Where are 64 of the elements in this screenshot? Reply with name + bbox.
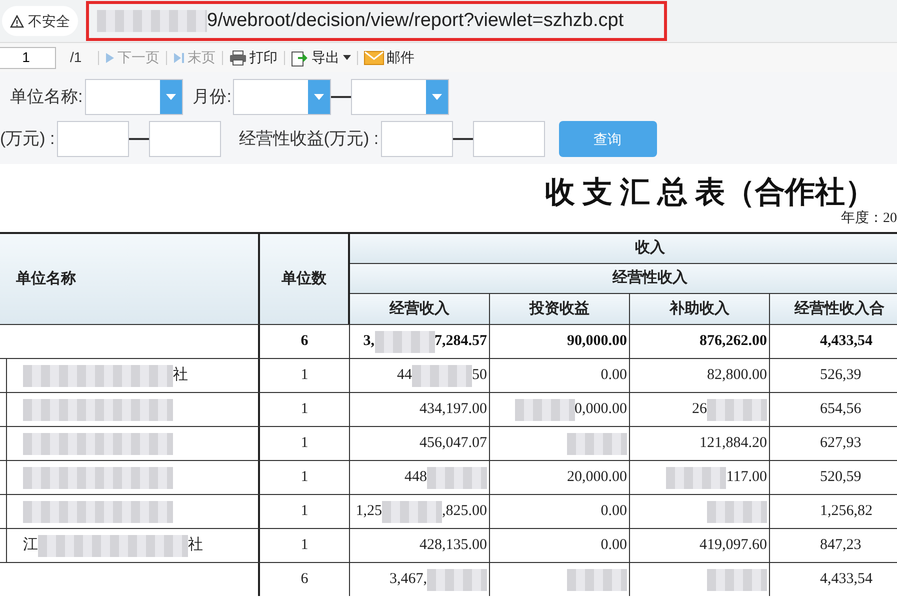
header-cell: 单位名称 [0,234,260,324]
table-cell-text: 428,135.00 [420,536,487,556]
table-cell-text: 7,284.57 [434,332,487,352]
table-cell-text: 90,000.00 [567,332,627,352]
table-cell-text: ,825.00 [442,502,487,522]
header-cell: 收入 [350,234,897,264]
header-cell: 经营收入 [350,294,490,324]
table-cell-text: 526,39 [820,366,862,386]
toolbar-button[interactable]: 打印 [228,47,278,68]
table-cell-text: 0.00 [600,366,627,386]
unit-name: 社 [173,366,188,386]
table-cell-text: 44 [397,366,412,386]
table-cell-text: 520,59 [820,468,862,488]
security-chip[interactable]: 不安全 [2,6,78,36]
table-cell-text: 50 [472,366,487,386]
filter-label: 经营性收益(万元) : [238,128,379,150]
header-cell: 投资收益 [490,294,630,324]
toolbar-button[interactable]: 邮件 [364,47,415,68]
year-label: 年度：20 [841,212,897,226]
table-cell-text: 654,56 [820,400,862,420]
table-cell-text: 117.00 [726,468,767,488]
unit-name: 江 [23,536,38,556]
table-cell-text: 627,93 [820,434,862,454]
address-field[interactable]: 9/webroot/decision/view/report?viewlet=szhzb.cpt [86,1,667,41]
unit-name: 社 [188,536,203,556]
table-cell-text: 1 [300,502,308,522]
table-cell-text: 419,097.60 [700,536,767,556]
header-cell: 经营性收入 [350,264,897,294]
header-cell: 单位数 [260,234,350,324]
table-cell-text: 0,000.00 [574,400,627,420]
filter-label: 单位名称: [10,86,83,108]
table-cell-text: 26 [692,400,707,420]
filter-label: 月份: [192,86,232,108]
table-cell-text: 1 [300,434,308,454]
table-cell-text: 1,256,82 [820,502,872,522]
header-cell: 补助收入 [630,294,770,324]
table-cell-text: 456,047.07 [420,434,487,454]
header-cell: 经营性收入合 [770,294,897,324]
table-cell-text: 1 [300,366,308,386]
filter-label: (万元) : [0,128,55,150]
page-total: /1 [70,48,82,67]
table-cell-text: 448 [404,468,427,488]
table-cell-text: 0.00 [600,502,627,522]
url-text: 9/webroot/decision/view/report?viewlet=szhzb.cpt [207,8,624,33]
table-cell-text: 1 [300,468,308,488]
table-cell-text: 121,884.20 [700,434,767,454]
table-cell-text: 3,467, [390,570,427,590]
table-cell-text: 4,433,54 [820,332,872,352]
table-cell-text: 0.00 [600,536,627,556]
table-cell-text: 434,197.00 [420,400,487,420]
table-cell-text: 847,23 [820,536,862,556]
table-cell-text: 3, [363,332,374,352]
table-cell-text: 1 [300,400,308,420]
toolbar-button[interactable]: 导出 [290,47,351,68]
report-title: 收 支 汇 总 表（合作社） [545,178,875,208]
table-cell-text: 6 [300,332,308,352]
page-number-field[interactable]: 1 [0,46,56,68]
table-cell-text: 1 [300,536,308,556]
table-cell-text: 82,800.00 [707,366,767,386]
table-cell-text: 4,433,54 [820,570,872,590]
table-cell-text: 6 [300,570,308,590]
table-cell-text: 876,262.00 [700,332,767,352]
table-cell-text: 20,000.00 [567,468,627,488]
table-cell-text: 1,25 [356,502,382,522]
